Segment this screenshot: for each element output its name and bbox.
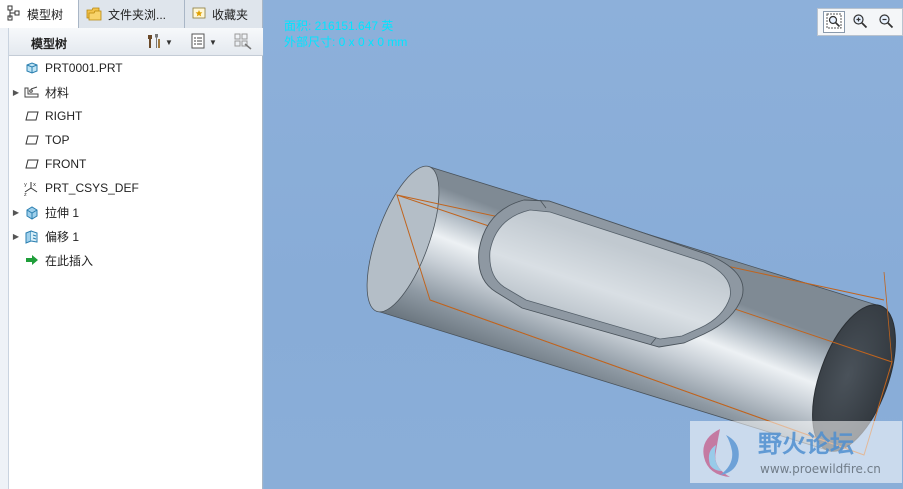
tab-label: 文件夹浏... xyxy=(108,7,167,22)
part-icon xyxy=(23,60,41,76)
svg-text:z: z xyxy=(24,192,27,196)
tree-icon xyxy=(6,5,22,24)
filter-button[interactable] xyxy=(233,32,253,52)
tab-label: 模型树 xyxy=(27,8,64,22)
toolbar-title: 模型树 xyxy=(31,37,68,51)
svg-text:y: y xyxy=(24,182,27,188)
tree-item[interactable]: x y z PRT_CSYS_DEF xyxy=(9,176,139,200)
svg-text:x: x xyxy=(33,182,36,188)
area-readout: 面积: 216151.647 英 xyxy=(284,19,394,33)
datum-plane-icon xyxy=(23,156,41,172)
tab-folder-browser[interactable]: 文件夹浏... xyxy=(79,0,185,28)
chevron-down-icon: ▼ xyxy=(209,37,217,47)
show-button[interactable]: ▼ xyxy=(189,32,217,52)
tools-icon xyxy=(145,32,163,53)
watermark-url: www.proewildfire.cn xyxy=(760,462,881,476)
tree-item-label: 偏移 1 xyxy=(45,229,80,244)
tree-item-label: TOP xyxy=(45,133,70,147)
zoom-out-button[interactable] xyxy=(875,11,897,33)
dimensions-readout: 外部尺寸: 0 x 0 x 0 mm xyxy=(284,35,408,49)
model-tree-toolbar: 模型树 ▼ ▼ xyxy=(9,28,263,56)
tree-item[interactable]: ▶ 偏移 1 xyxy=(9,224,79,248)
tree-item[interactable]: FRONT xyxy=(9,152,86,176)
material-icon xyxy=(23,84,41,100)
datum-plane-icon xyxy=(23,132,41,148)
tree-item-label: RIGHT xyxy=(45,109,83,123)
panel-collapse-strip[interactable] xyxy=(0,28,9,489)
tree-item-label: 材料 xyxy=(45,85,70,100)
tree-item[interactable]: 在此插入 xyxy=(9,248,93,272)
graphics-window[interactable]: 面积: 216151.647 英 外部尺寸: 0 x 0 x 0 mm 野火论坛… xyxy=(264,0,903,489)
tab-model-tree[interactable]: 模型树 xyxy=(0,0,79,29)
tree-item-label: 在此插入 xyxy=(45,253,94,268)
expand-arrow-icon[interactable]: ▶ xyxy=(9,88,23,97)
chevron-down-icon: ▼ xyxy=(165,37,173,47)
zoom-fit-button[interactable] xyxy=(823,11,845,33)
view-toolbar xyxy=(817,8,903,36)
forum-watermark: 野火论坛 www.proewildfire.cn xyxy=(690,421,902,483)
extrude-icon xyxy=(23,204,41,220)
favorites-icon xyxy=(191,5,207,24)
folder-icon xyxy=(85,5,103,24)
datum-plane-icon xyxy=(23,108,41,124)
zoom-in-button[interactable] xyxy=(849,11,871,33)
model-tree-panel: 模型树 文件夹浏... 收藏夹 模型树 ▼ ▼ PRT0001.PRT ▶ 材料… xyxy=(0,0,263,489)
csys-icon: xyz xyxy=(23,180,41,196)
tree-item-label: FRONT xyxy=(45,157,87,171)
tree-item-label: PRT0001.PRT xyxy=(45,61,123,75)
tree-item[interactable]: ▶ 材料 xyxy=(9,80,69,104)
offset-icon xyxy=(23,228,41,244)
cylinder-model[interactable] xyxy=(264,0,903,489)
watermark-logo: 野火论坛 www.proewildfire.cn xyxy=(690,421,902,483)
insert-arrow-icon xyxy=(23,252,41,268)
model-info-readout: 面积: 216151.647 英 外部尺寸: 0 x 0 x 0 mm xyxy=(284,18,407,50)
tree-item[interactable]: TOP xyxy=(9,128,69,152)
tree-item-label: PRT_CSYS_DEF xyxy=(45,181,139,195)
expand-arrow-icon[interactable]: ▶ xyxy=(9,208,23,217)
tree-item[interactable]: ▶ 拉伸 1 xyxy=(9,200,79,224)
zoom-in-icon xyxy=(852,13,868,32)
tree-item-label: 拉伸 1 xyxy=(45,205,80,220)
navigator-tab-bar: 模型树 文件夹浏... 收藏夹 xyxy=(0,0,263,29)
tree-item[interactable]: PRT0001.PRT xyxy=(9,56,123,80)
zoom-out-icon xyxy=(878,13,894,32)
tab-label: 收藏夹 xyxy=(212,7,249,22)
tree-item[interactable]: RIGHT xyxy=(9,104,82,128)
watermark-title: 野火论坛 xyxy=(758,430,854,458)
settings-button[interactable]: ▼ xyxy=(145,32,173,52)
expand-arrow-icon[interactable]: ▶ xyxy=(9,232,23,241)
tab-favorites[interactable]: 收藏夹 xyxy=(185,0,263,28)
zoom-fit-icon xyxy=(826,13,842,32)
list-icon xyxy=(189,32,207,53)
filter-icon xyxy=(233,32,253,53)
